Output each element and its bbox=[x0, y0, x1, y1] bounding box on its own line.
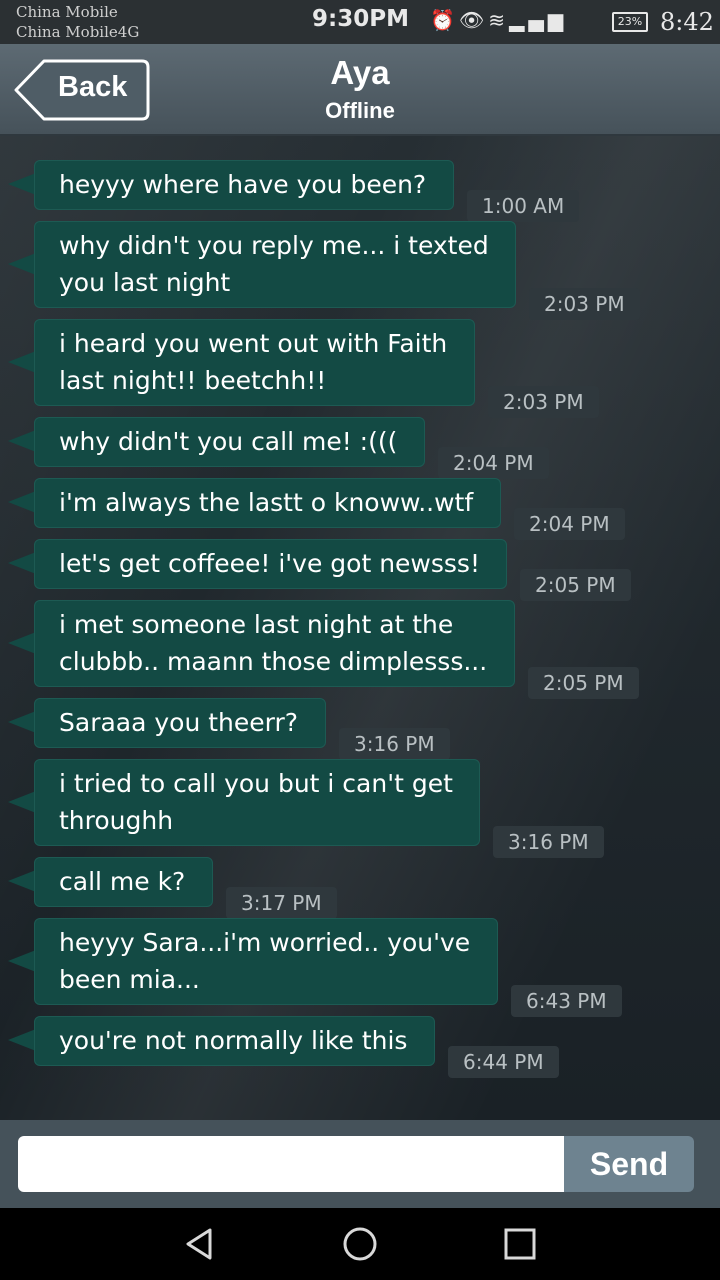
message-timestamp: 6:43 PM bbox=[511, 985, 622, 1017]
message-timestamp: 2:03 PM bbox=[488, 386, 599, 418]
bubble-tail bbox=[8, 430, 36, 452]
message-timestamp: 3:16 PM bbox=[493, 826, 604, 858]
message-list[interactable]: heyyy where have you been? 1:00 AM why did… bbox=[0, 136, 720, 1120]
message-timestamp: 2:05 PM bbox=[520, 569, 631, 601]
contact-name: Aya bbox=[330, 54, 390, 91]
message-bubble[interactable]: why didn't you call me! :((( bbox=[34, 417, 425, 467]
message-bubble[interactable]: i tried to call you but i can't get throu… bbox=[34, 759, 480, 846]
message-timestamp: 3:16 PM bbox=[339, 728, 450, 760]
bubble-tail bbox=[8, 631, 36, 654]
status-bar: China Mobile China Mobile4G 9:30PM ⏰👁≋▂▄… bbox=[0, 0, 720, 44]
message-timestamp: 2:04 PM bbox=[514, 508, 625, 540]
alarm-icon: ⏰ bbox=[430, 8, 459, 32]
back-arrow-icon[interactable] bbox=[182, 1226, 218, 1262]
message-bubble[interactable]: heyyy Sara...i'm worried.. you've been mi… bbox=[34, 918, 498, 1005]
message-bubble[interactable]: i'm always the lastt o knoww..wtf bbox=[34, 478, 501, 528]
system-nav-bar bbox=[0, 1208, 720, 1280]
bubble-tail bbox=[8, 491, 36, 513]
bubble-tail bbox=[8, 350, 36, 373]
message-bubble[interactable]: call me k? bbox=[34, 857, 213, 907]
compose-bar: Send bbox=[0, 1120, 720, 1208]
message-bubble[interactable]: why didn't you reply me... i texted you l… bbox=[34, 221, 516, 308]
bubble-tail bbox=[8, 711, 36, 733]
bubble-tail bbox=[8, 1029, 36, 1051]
bubble-tail bbox=[8, 949, 36, 972]
wifi-icon: ≋ bbox=[488, 8, 510, 32]
message-input[interactable] bbox=[18, 1136, 564, 1192]
bubble-tail bbox=[8, 552, 36, 574]
message-timestamp: 6:44 PM bbox=[448, 1046, 559, 1078]
bubble-tail bbox=[8, 790, 36, 813]
chat-header: Back Aya Offline bbox=[0, 44, 720, 136]
carrier-2: China Mobile4G bbox=[16, 23, 140, 41]
status-icons: ⏰👁≋▂▄▆ bbox=[430, 8, 567, 32]
signal-icon: ▂▄▆ bbox=[509, 8, 568, 32]
eye-icon: 👁 bbox=[458, 8, 489, 32]
message-timestamp: 2:04 PM bbox=[438, 447, 549, 479]
message-bubble[interactable]: i heard you went out with Faith last nigh… bbox=[34, 319, 475, 406]
message-timestamp: 2:03 PM bbox=[529, 288, 640, 320]
recents-square-icon[interactable] bbox=[502, 1226, 538, 1262]
home-circle-icon[interactable] bbox=[342, 1226, 378, 1262]
message-bubble[interactable]: heyyy where have you been? bbox=[34, 160, 454, 210]
message-timestamp: 3:17 PM bbox=[226, 887, 337, 919]
message-timestamp: 2:05 PM bbox=[528, 667, 639, 699]
message-bubble[interactable]: Saraaa you theerr? bbox=[34, 698, 326, 748]
bubble-tail bbox=[8, 252, 36, 275]
message-timestamp: 1:00 AM bbox=[467, 190, 580, 222]
status-clock: 8:42 bbox=[660, 8, 714, 36]
bubble-tail bbox=[8, 870, 36, 892]
message-bubble[interactable]: i met someone last night at the clubbb.. … bbox=[34, 600, 515, 687]
contact-status: Offline bbox=[325, 98, 395, 123]
send-button[interactable]: Send bbox=[564, 1136, 694, 1192]
bubble-tail bbox=[8, 173, 36, 195]
battery-icon: 23% bbox=[612, 12, 648, 32]
status-time: 9:30PM bbox=[312, 6, 409, 32]
carrier-1: China Mobile bbox=[16, 3, 118, 21]
message-bubble[interactable]: you're not normally like this bbox=[34, 1016, 435, 1066]
message-bubble[interactable]: let's get coffeee! i've got newsss! bbox=[34, 539, 507, 589]
